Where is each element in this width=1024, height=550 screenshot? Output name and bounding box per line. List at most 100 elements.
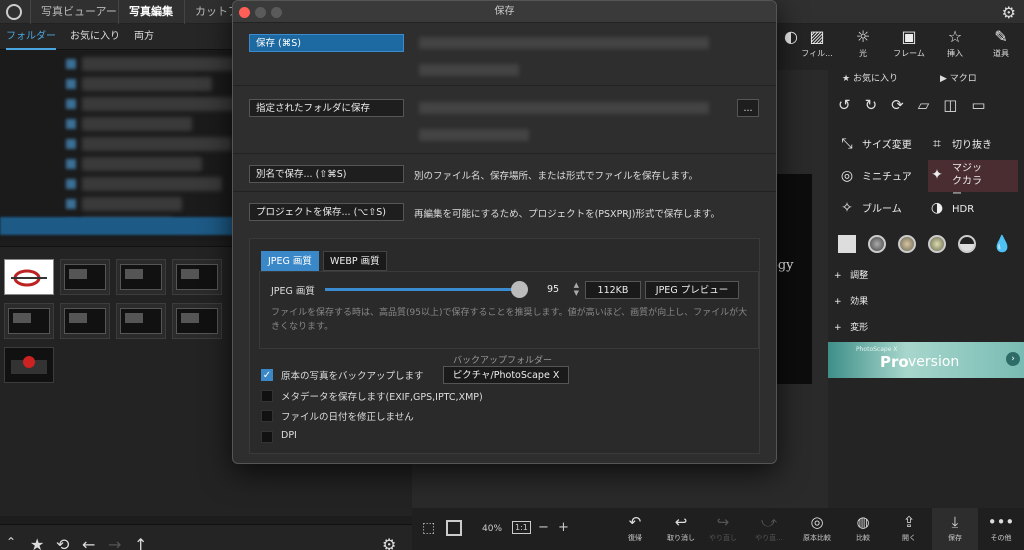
thumbnail-image-icon: [11, 356, 47, 374]
actual-size-button[interactable]: 1:1: [512, 521, 531, 534]
compare-original-button[interactable]: ◎ 原本比較: [794, 508, 840, 550]
cancel-icon: ↩: [674, 513, 688, 531]
tool-insert[interactable]: ☆ 挿入: [932, 24, 978, 70]
backup-folder-field[interactable]: ピクチャ/PhotoScape X: [443, 366, 569, 384]
zoom-in-button[interactable]: +: [558, 520, 569, 535]
crop-button[interactable]: ⌗ 切り抜き: [928, 132, 992, 156]
save-button[interactable]: ⤓ 保存: [932, 508, 978, 550]
backup-original-checkbox[interactable]: ✓: [261, 369, 273, 381]
thumbnail[interactable]: [60, 303, 110, 339]
settings-gear-icon[interactable]: ⚙: [1002, 3, 1016, 22]
frame-icon: ▣: [901, 27, 917, 46]
tab-favorites-tools[interactable]: ★ お気に入り: [842, 70, 898, 88]
save-overwrite-button[interactable]: 保存 (⌘S): [249, 34, 404, 52]
favorite-star-icon[interactable]: ★: [30, 535, 44, 550]
hdr-icon: ◑: [930, 200, 944, 216]
redo-button[interactable]: ↪ やり直し: [700, 508, 746, 550]
save-metadata-checkbox[interactable]: [261, 390, 273, 402]
dialog-title: 保存: [494, 6, 515, 17]
thumbnail[interactable]: [60, 259, 110, 295]
tone-swatch-icon[interactable]: [868, 235, 886, 253]
keep-file-date-checkbox[interactable]: [261, 410, 273, 422]
tools-icon: ✎: [994, 27, 1008, 46]
folder-row[interactable]: [82, 97, 242, 111]
hdr-button[interactable]: ◑ HDR: [928, 196, 974, 220]
bloom-button[interactable]: ✧ ブルーム: [838, 196, 902, 220]
dpi-checkbox[interactable]: [261, 431, 273, 443]
revert-button[interactable]: ↶ 復帰: [612, 508, 658, 550]
contrast-swatch-icon[interactable]: [958, 235, 976, 253]
quality-stepper[interactable]: 95 ▲ ▼: [547, 281, 581, 299]
quality-slider-handle[interactable]: [511, 281, 528, 298]
thumbnail[interactable]: [116, 259, 166, 295]
saturation-drop-icon[interactable]: 💧: [992, 234, 1012, 253]
folder-row[interactable]: [82, 117, 192, 131]
tab-webp-quality[interactable]: WEBP 画質: [323, 251, 387, 271]
close-dialog-icon[interactable]: [239, 7, 250, 18]
tab-photo-viewer[interactable]: 写真ビューアー: [30, 0, 127, 24]
collapse-up-icon[interactable]: ⌃: [6, 535, 16, 549]
sepia-swatch-icon[interactable]: [898, 235, 916, 253]
pro-version-banner[interactable]: PhotoScape X Pro version ›: [828, 342, 1024, 378]
stepper-arrows-icon[interactable]: ▲ ▼: [574, 281, 579, 297]
browse-folder-button[interactable]: ...: [737, 99, 759, 117]
resize-button[interactable]: ⤡ サイズ変更: [838, 132, 911, 156]
folder-row[interactable]: [82, 197, 182, 211]
dialog-title-bar: 保存: [233, 1, 776, 23]
redo-all-button[interactable]: ⤻ やり直...: [746, 508, 792, 550]
bottom-action-bar: ↶ 復帰 ↩ 取り消し ↪ やり直し ⤻ やり直... ◎ 原本比較 ◍ 比較 ⇪ 開く ⤓ 保…: [600, 508, 1024, 550]
forward-arrow-icon[interactable]: →: [108, 535, 121, 550]
up-arrow-icon[interactable]: ↑: [134, 535, 147, 550]
rotate-flip-icons[interactable]: ↺↻⟳▱◫▭: [838, 96, 1000, 114]
light-icon: ☼: [855, 27, 871, 46]
save-project-button[interactable]: プロジェクトを保存... (⌥⇧S): [249, 203, 404, 221]
folder-row[interactable]: [82, 57, 252, 71]
thumbnail[interactable]: [116, 303, 166, 339]
save-to-folder-button[interactable]: 指定されたフォルダに保存: [249, 99, 404, 117]
fit-screen-icon[interactable]: [446, 520, 462, 536]
tab-both[interactable]: 両方: [134, 24, 154, 50]
tab-favorites[interactable]: お気に入り: [70, 24, 120, 50]
tool-light[interactable]: ☼ 光: [840, 24, 886, 70]
zoom-out-button[interactable]: −: [538, 520, 549, 535]
thumbnail[interactable]: [172, 303, 222, 339]
bloom-icon: ✧: [841, 200, 853, 216]
quality-slider-fill: [325, 288, 520, 291]
tab-photo-editor[interactable]: 写真編集: [118, 0, 183, 24]
thumbnail-selected[interactable]: [4, 259, 54, 295]
compare-button[interactable]: ◍ 比較: [840, 508, 886, 550]
section-effects[interactable]: + 効果: [834, 294, 868, 307]
tool-filter[interactable]: ▨ フィル...: [794, 24, 840, 70]
folder-row[interactable]: [82, 177, 222, 191]
thumbnail[interactable]: [172, 259, 222, 295]
section-adjust[interactable]: + 調整: [834, 268, 868, 281]
jpeg-preview-button[interactable]: JPEG プレビュー: [645, 281, 739, 299]
warm-swatch-icon[interactable]: [928, 235, 946, 253]
save-as-button[interactable]: 別名で保存... (⇧⌘S): [249, 165, 404, 183]
thumbnail[interactable]: [4, 303, 54, 339]
compare-original-icon: ◎: [810, 513, 824, 531]
thumbnail[interactable]: [4, 347, 54, 383]
open-button[interactable]: ⇪ 開く: [886, 508, 932, 550]
back-arrow-icon[interactable]: ←: [82, 535, 95, 550]
levels-icon[interactable]: [838, 235, 856, 253]
folder-row[interactable]: [82, 157, 202, 171]
tool-frame[interactable]: ▣ フレーム: [886, 24, 932, 70]
folder-row[interactable]: [82, 137, 232, 151]
miniature-button[interactable]: ◎ ミニチュア: [838, 164, 912, 188]
undo-button[interactable]: ↩ 取り消し: [658, 508, 704, 550]
section-transform[interactable]: + 変形: [834, 320, 868, 333]
tab-macro[interactable]: ▶ マクロ: [940, 70, 977, 88]
zoom-level: 40%: [482, 524, 503, 534]
magic-color-button[interactable]: ✦ マジックカラー: [928, 160, 1018, 200]
tab-folders[interactable]: フォルダー: [6, 24, 56, 50]
tool-tools[interactable]: ✎ 道具: [978, 24, 1024, 70]
browser-settings-gear-icon[interactable]: ⚙: [382, 535, 396, 550]
tab-jpeg-quality[interactable]: JPEG 画質: [261, 251, 319, 271]
backup-original-label: 原本の写真をバックアップします: [281, 371, 424, 382]
folder-icon: [66, 99, 76, 109]
folder-row[interactable]: [82, 77, 212, 91]
selection-icon[interactable]: ⬚: [422, 520, 435, 536]
refresh-icon[interactable]: ⟲: [56, 535, 69, 550]
more-button[interactable]: ••• その他: [978, 508, 1024, 550]
